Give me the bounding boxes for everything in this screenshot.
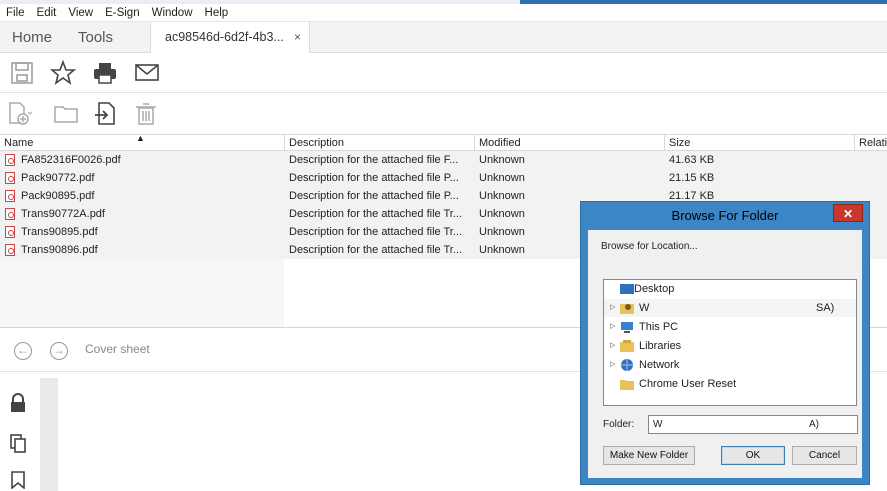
column-modified[interactable]: Modified: [475, 135, 665, 151]
expand-arrow-icon[interactable]: ▷: [610, 318, 615, 336]
menu-window[interactable]: Window: [150, 7, 199, 19]
bookmark-icon[interactable]: [10, 471, 26, 489]
libraries-icon: [620, 340, 634, 352]
print-icon[interactable]: [92, 60, 118, 86]
folder-tree: Desktop ▷ W SA) ▷ This PC ▷ Libraries ▷: [603, 279, 857, 406]
attachments-table-header: Name ▲ Description Modified Size Relati: [0, 133, 887, 151]
cancel-button[interactable]: Cancel: [792, 446, 857, 465]
menu-esign[interactable]: E-Sign: [103, 7, 146, 19]
delete-icon[interactable]: [133, 101, 159, 127]
expand-arrow-icon[interactable]: ▷: [610, 337, 615, 355]
expand-arrow-icon[interactable]: ▷: [610, 356, 615, 374]
cover-sheet-label[interactable]: Cover sheet: [85, 342, 150, 356]
pdf-file-icon: [5, 154, 15, 166]
file-description: Description for the attached file Tr...: [289, 226, 463, 238]
tree-item-network[interactable]: ▷ Network: [604, 356, 856, 374]
table-row[interactable]: FA852316F0026.pdf Description for the at…: [0, 151, 887, 169]
column-description[interactable]: Description: [285, 135, 475, 151]
expand-arrow-icon[interactable]: ▷: [610, 299, 615, 317]
tab-document[interactable]: ac98546d-6d2f-4b3... ×: [150, 22, 310, 53]
tree-item-this-pc[interactable]: ▷ This PC: [604, 318, 856, 336]
attachments-list-name-column-area: [0, 259, 284, 327]
left-rail: [0, 373, 40, 491]
file-name: Pack90772.pdf: [21, 172, 95, 184]
tab-bar: Home Tools ac98546d-6d2f-4b3... ×: [0, 22, 887, 53]
file-size: 21.15 KB: [669, 172, 715, 184]
pdf-file-icon: [5, 226, 15, 238]
folder-label: Folder:: [603, 419, 635, 430]
menu-view[interactable]: View: [66, 7, 99, 19]
attachments-toolbar: [0, 94, 887, 134]
user-folder-icon: [620, 304, 634, 314]
main-toolbar: [0, 53, 887, 93]
pages-icon[interactable]: [9, 433, 27, 453]
make-new-folder-button[interactable]: Make New Folder: [603, 446, 695, 465]
file-description: Description for the attached file F...: [289, 154, 459, 166]
folder-input-value-suffix: A): [809, 419, 819, 430]
folder-input[interactable]: W A): [648, 415, 858, 434]
dialog-close-button[interactable]: ✕: [833, 204, 863, 222]
tab-document-label: ac98546d-6d2f-4b3...: [165, 30, 284, 44]
dialog-body: Browse for Location... Desktop ▷ W SA) ▷…: [588, 230, 862, 478]
file-name: Pack90895.pdf: [21, 190, 95, 202]
file-size: 41.63 KB: [669, 154, 715, 166]
ok-button[interactable]: OK: [721, 446, 785, 465]
table-row[interactable]: Pack90772.pdf Description for the attach…: [0, 169, 887, 187]
sort-ascending-icon: ▲: [136, 133, 145, 143]
tree-item-user[interactable]: ▷ W SA): [604, 299, 856, 317]
menu-file[interactable]: File: [4, 7, 31, 19]
menu-edit[interactable]: Edit: [35, 7, 63, 19]
folder-input-value: W: [653, 419, 663, 430]
column-name-label: Name: [4, 137, 34, 149]
tree-item-user-suffix: SA): [816, 302, 835, 314]
tree-item-libraries[interactable]: ▷ Libraries: [604, 337, 856, 355]
tree-item-desktop[interactable]: Desktop: [604, 280, 856, 298]
column-related[interactable]: Relati: [855, 135, 887, 151]
menu-help[interactable]: Help: [203, 7, 235, 19]
network-icon: [621, 359, 633, 371]
computer-icon: [621, 322, 633, 333]
lock-icon[interactable]: [9, 393, 27, 413]
file-description: Description for the attached file Tr...: [289, 208, 463, 220]
pdf-file-icon: [5, 208, 15, 220]
extract-file-icon[interactable]: [93, 101, 119, 127]
pdf-file-icon: [5, 172, 15, 184]
file-name: FA852316F0026.pdf: [21, 154, 121, 166]
file-modified: Unknown: [479, 172, 525, 184]
column-size[interactable]: Size: [665, 135, 855, 151]
document-area: [40, 378, 58, 491]
file-description: Description for the attached file Tr...: [289, 244, 463, 256]
browse-for-folder-dialog: Browse For Folder ✕ Browse for Location.…: [580, 201, 870, 485]
open-folder-icon[interactable]: [53, 101, 79, 127]
folder-icon: [620, 380, 634, 390]
add-file-icon[interactable]: [6, 101, 32, 127]
tab-home[interactable]: Home: [12, 22, 52, 53]
file-modified: Unknown: [479, 154, 525, 166]
file-description: Description for the attached file P...: [289, 190, 459, 202]
file-name: Trans90895.pdf: [21, 226, 98, 238]
file-name: Trans90772A.pdf: [21, 208, 105, 220]
menu-bar: File Edit View E-Sign Window Help: [0, 4, 887, 22]
email-icon[interactable]: [134, 60, 160, 86]
pdf-file-icon: [5, 190, 15, 202]
dialog-prompt: Browse for Location...: [601, 241, 698, 252]
pdf-file-icon: [5, 244, 15, 256]
file-name: Trans90896.pdf: [21, 244, 98, 256]
tab-close-icon[interactable]: ×: [294, 22, 301, 53]
desktop-icon: [620, 284, 634, 294]
dialog-title: Browse For Folder: [671, 208, 779, 223]
tree-item-chrome-user-reset[interactable]: Chrome User Reset: [604, 375, 856, 393]
column-name[interactable]: Name ▲: [0, 133, 285, 151]
next-arrow-icon[interactable]: →: [50, 342, 68, 360]
tab-tools[interactable]: Tools: [78, 22, 113, 53]
save-icon[interactable]: [9, 60, 35, 86]
previous-arrow-icon[interactable]: ←: [14, 342, 32, 360]
star-icon[interactable]: [50, 60, 76, 86]
file-description: Description for the attached file P...: [289, 172, 459, 184]
